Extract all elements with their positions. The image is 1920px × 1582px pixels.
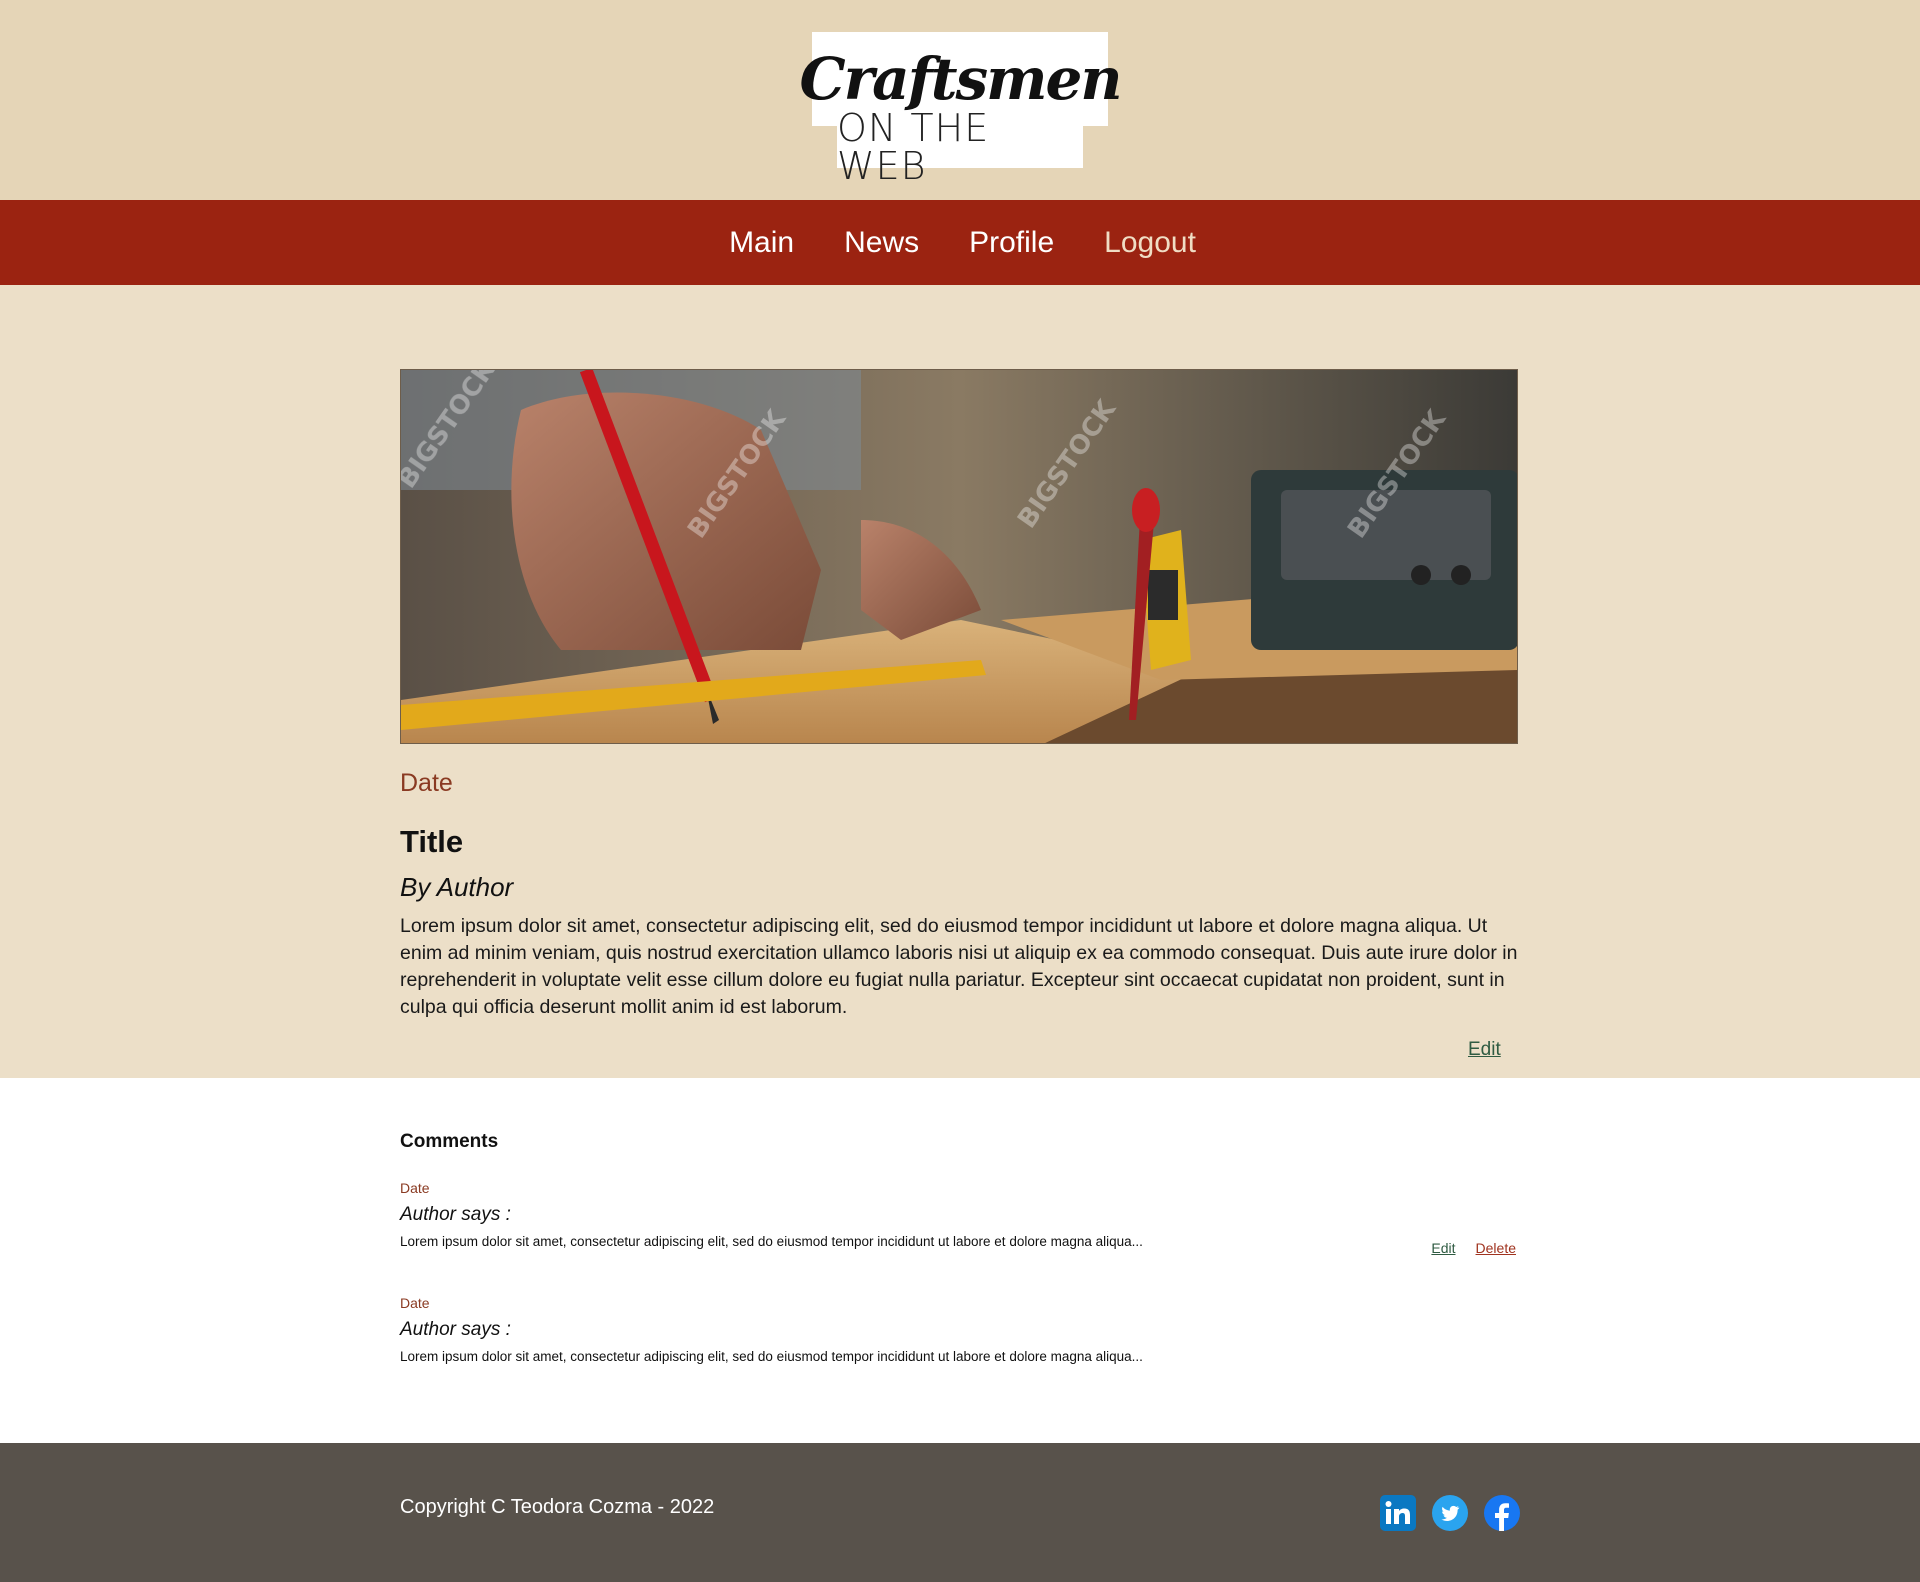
comment-date: Date (400, 1295, 430, 1311)
logo-subtitle: ON THE WEB (837, 106, 990, 188)
social-links (1380, 1495, 1520, 1531)
site-logo[interactable]: Craftsmen ON THE WEB (799, 32, 1123, 185)
comment-actions: Edit Delete (1431, 1240, 1516, 1256)
article-edit-link[interactable]: Edit (1468, 1039, 1501, 1061)
site-header: Craftsmen ON THE WEB (0, 0, 1920, 200)
nav-main-link[interactable]: Main (729, 226, 794, 260)
comments-section: Comments Date Author says : Lorem ipsum … (0, 1078, 1920, 1443)
article-title: Title (400, 824, 464, 859)
article-section: BIGSTOCK BIGSTOCK BIGSTOCK BIGSTOCK Date… (0, 285, 1920, 1078)
logo-script-text: Craftsmen (799, 45, 1122, 113)
comment-text: Lorem ipsum dolor sit amet, consectetur … (400, 1349, 1143, 1364)
article-date: Date (400, 769, 453, 797)
twitter-icon[interactable] (1432, 1495, 1468, 1531)
linkedin-icon[interactable] (1380, 1495, 1416, 1531)
nav-news-link[interactable]: News (844, 226, 919, 260)
copyright-text: Copyright C Teodora Cozma - 2022 (400, 1496, 715, 1518)
comment-item: Date Author says : Lorem ipsum dolor sit… (400, 1180, 1520, 1260)
nav-logout-link[interactable]: Logout (1104, 226, 1196, 260)
facebook-icon[interactable] (1484, 1495, 1520, 1531)
comment-author: Author says : (400, 1204, 511, 1225)
comment-delete-link[interactable]: Delete (1476, 1240, 1516, 1256)
article-body: Lorem ipsum dolor sit amet, consectetur … (400, 915, 1518, 1018)
comment-author: Author says : (400, 1319, 511, 1340)
comment-text: Lorem ipsum dolor sit amet, consectetur … (400, 1234, 1143, 1249)
article-hero-image: BIGSTOCK BIGSTOCK BIGSTOCK BIGSTOCK (400, 369, 1518, 744)
article-author: By Author (400, 872, 514, 902)
comment-edit-link[interactable]: Edit (1431, 1240, 1455, 1256)
comments-heading: Comments (400, 1131, 499, 1152)
nav-profile-link[interactable]: Profile (969, 226, 1054, 260)
main-nav: Main News Profile Logout (0, 200, 1920, 285)
comment-date: Date (400, 1180, 430, 1196)
comment-item: Date Author says : Lorem ipsum dolor sit… (400, 1295, 1520, 1375)
site-footer: Copyright C Teodora Cozma - 2022 (0, 1443, 1920, 1582)
